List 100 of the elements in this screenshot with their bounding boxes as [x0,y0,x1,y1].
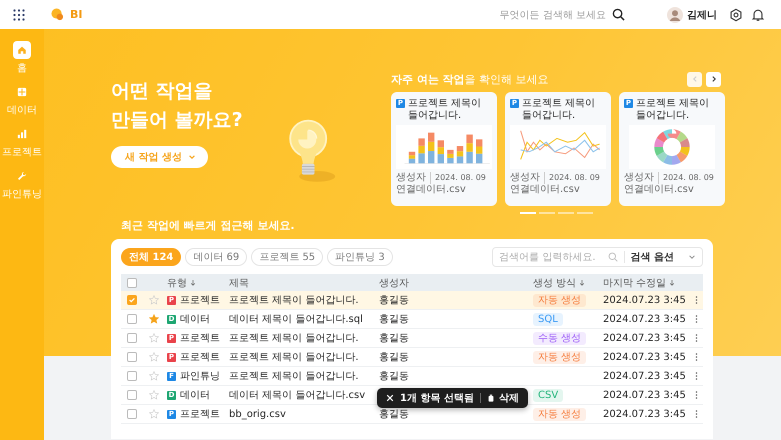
pager-indicator[interactable] [538,212,554,214]
card-creator: 생성자 [396,172,426,184]
pager-indicator[interactable] [558,212,574,214]
card-title: 프로젝트 제목이 들어갑니다. [636,98,710,122]
type-label: 데이터 [180,389,210,402]
card-date: 2024. 08. 09 [544,172,600,184]
card-file: 연결데이터.csv [510,184,580,196]
app-grid-icon[interactable] [13,8,25,20]
chevron-right-icon [710,75,718,83]
chevron-down-icon [688,253,696,261]
card-title: 프로젝트 제목이 들어갑니다. [408,98,482,122]
card-creator: 생성자 [510,172,540,184]
grid-icon [17,87,27,97]
title-cell-text: 프로젝트 제목이 들어갑니다. [229,351,360,364]
type-label: 프로젝트 [180,294,220,307]
filter-chip[interactable]: 프로젝트 55 [251,248,324,266]
date-cell-text: 2024.07.23 3:45 [603,370,687,382]
date-cell-text: 2024.07.23 3:45 [603,314,687,324]
creator-cell-text: 홍길동 [379,294,410,307]
card-date: 2024. 08. 09 [658,172,714,184]
row-checkbox[interactable] [127,333,137,343]
pager-indicator[interactable] [576,212,592,214]
row-checkbox[interactable] [127,352,137,362]
method-tag: 수동 생성 [533,332,586,345]
settings-icon[interactable] [729,8,743,22]
column-header: 생성자 [379,276,410,290]
row-checkbox[interactable] [127,371,137,381]
more-icon[interactable] [695,371,698,381]
sortable-column-header[interactable]: 생성 방식 [533,276,603,290]
creator-cell-text: 홍길동 [379,332,410,345]
date-cell-text: 2024.07.23 3:45 [603,352,687,362]
user-name[interactable]: 김제니 [687,8,717,22]
creator-cell-text: 홍길동 [379,351,410,364]
type-label: 데이터 [180,313,210,326]
title-cell-text: 데이터 제목이 들어갑니다.sql [229,313,364,326]
date-cell-text: 2024.07.23 3:45 [603,294,687,306]
column-header: 제목 [229,276,250,290]
title-cell-text: bb_orig.csv [229,408,287,420]
creator-cell-text: 홍길동 [379,370,410,383]
row-checkbox[interactable] [127,295,137,305]
card-creator: 생성자 [624,172,654,184]
title-cell-text: 프로젝트 제목이 들어갑니다. [229,294,360,307]
chevron-down-icon [188,152,196,161]
more-icon[interactable] [695,295,698,305]
title-cell-text: 프로젝트 제목이 들어갑니다. [229,332,360,345]
avatar-icon[interactable] [667,6,683,22]
filter-chip[interactable]: 파인튜닝 3 [327,248,393,266]
type-label: 파인튜닝 [180,370,220,383]
search-options-dropdown[interactable]: 검색 옵션 [624,250,702,264]
card-file: 연결데이터.csv [624,184,694,196]
selection-count: 1개 항목 선택됨 [400,392,474,405]
bell-icon[interactable] [751,8,765,22]
section-heading: 최근 작업에 빠르게 접근해 보세요. [121,219,296,233]
row-checkbox[interactable] [127,390,137,400]
wrench-icon [17,171,27,181]
search-icon[interactable] [612,8,625,21]
search-field[interactable]: 검색어를 입력하세요. [493,251,625,263]
row-checkbox[interactable] [127,409,137,419]
select-all-checkbox[interactable] [127,278,137,288]
method-tag: SQL [533,312,563,326]
method-tag: CSV [533,388,564,402]
star-icon[interactable] [149,314,159,324]
filter-chip[interactable]: 데이터 69 [185,248,248,266]
section-heading: 자주 여는 작업을 확인해 보세요 [391,72,549,86]
date-cell-text: 2024.07.23 3:45 [603,390,687,400]
more-icon[interactable] [695,390,698,400]
close-icon[interactable] [386,394,394,402]
star-icon[interactable] [149,390,159,400]
type-label: 프로젝트 [180,351,220,364]
creator-cell-text: 홍길동 [379,313,410,326]
more-icon[interactable] [695,333,698,343]
card-file: 연결데이터.csv [396,184,466,196]
type-label: 프로젝트 [180,332,220,345]
date-cell-text: 2024.07.23 3:45 [603,332,687,344]
creator-cell-text: 홍길동 [379,408,410,421]
title-cell-text: 프로젝트 제목이 들어갑니다. [229,370,360,383]
bar-chart-icon [17,129,27,139]
star-icon[interactable] [149,333,159,343]
search-field[interactable]: 무엇이든 검색해 보세요 [500,8,606,22]
more-icon[interactable] [695,409,698,419]
date-cell-text: 2024.07.23 3:45 [603,408,687,420]
chevron-left-icon [690,75,698,83]
star-icon[interactable] [149,371,159,381]
delete-button[interactable]: 삭제 [486,391,519,405]
star-icon[interactable] [149,295,159,305]
card-title: 프로젝트 제목이 들어갑니다. [522,98,596,122]
sortable-column-header[interactable]: 마지막 수정일 [603,276,695,290]
star-icon[interactable] [149,352,159,362]
next-button[interactable] [706,72,721,86]
search-icon [608,252,618,262]
row-checkbox[interactable] [127,314,137,324]
more-icon[interactable] [695,314,698,324]
more-icon[interactable] [695,352,698,362]
method-tag: 자동 생성 [533,294,586,307]
star-icon[interactable] [149,409,159,419]
title-cell-text: 데이터 제목이 들어갑니다.csv [229,389,366,402]
sortable-column-header[interactable]: 유형 [167,276,229,290]
hero-title: 어떤 작업을 만들어 볼까요? [111,79,243,134]
pager-indicator[interactable] [520,212,536,214]
method-tag: 자동 생성 [533,408,586,421]
